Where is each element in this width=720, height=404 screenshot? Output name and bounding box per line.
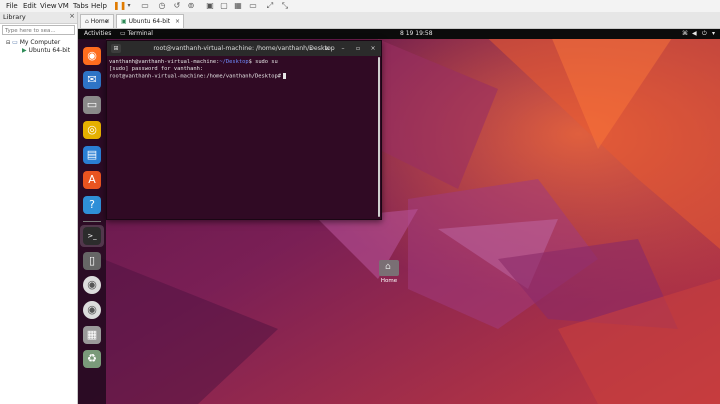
manage-snapshot-icon[interactable]: ⊚ xyxy=(186,1,196,11)
desktop-icon-label: Home xyxy=(380,278,398,284)
send-keys-icon[interactable]: ▭ xyxy=(140,1,150,11)
menu-vm[interactable]: VM xyxy=(58,0,69,12)
terminal-line-1: vanthanh@vanthanh-virtual-machine:~/Desk… xyxy=(109,59,278,65)
tree-item-label: My Computer xyxy=(19,39,61,46)
home-icon: ⌂ xyxy=(85,18,89,25)
disc-icon-1[interactable]: ◉ xyxy=(83,276,101,294)
tree-item-ubuntu[interactable]: ▶ Ubuntu 64-bit xyxy=(22,47,70,55)
terminal-titlebar[interactable]: ⊞ root@vanthanh-virtual-machine: /home/v… xyxy=(107,41,381,56)
tab-ubuntu[interactable]: ▣ Ubuntu 64-bit × xyxy=(116,14,184,28)
software-icon[interactable]: A xyxy=(83,171,101,189)
pause-icon[interactable]: ❚❚ xyxy=(113,1,126,11)
tab-label: Ubuntu 64-bit xyxy=(128,18,171,25)
thunderbird-icon[interactable]: ✉ xyxy=(83,71,101,89)
dropdown-icon[interactable]: ▾ xyxy=(124,1,134,11)
trash-icon[interactable]: ♻ xyxy=(83,350,101,368)
vm-tabs-strip: ⌂ Home × ▣ Ubuntu 64-bit × xyxy=(78,12,720,29)
rhythmbox-icon[interactable]: ◎ xyxy=(83,121,101,139)
revert-icon[interactable]: ↺ xyxy=(172,1,182,11)
unity-icon[interactable]: ▢ xyxy=(219,1,229,11)
volume-icon[interactable]: ◀ xyxy=(692,29,697,39)
clock[interactable]: 8 19 19:58 xyxy=(400,29,433,39)
fullscreen-icon[interactable]: ▣ xyxy=(205,1,215,11)
terminal-app-menu[interactable]: ▭ Terminal xyxy=(120,29,153,39)
library-header: Library × xyxy=(0,12,77,24)
stretch-icon[interactable]: ▭ xyxy=(248,1,258,11)
console-icon[interactable]: ▦ xyxy=(233,1,243,11)
chevron-down-icon[interactable]: ▾ xyxy=(712,29,715,39)
files-icon[interactable]: ▭ xyxy=(83,96,101,114)
maximize-icon[interactable]: ▫ xyxy=(353,44,363,53)
computer-icon: ▭ xyxy=(12,39,18,46)
folder-icon: ⌂ xyxy=(379,260,399,276)
drive-icon[interactable]: ▯ xyxy=(83,252,101,270)
ubuntu-topbar: Activities ▭ Terminal 8 19 19:58 ⌘ ◀ ⏻ ▾ xyxy=(78,29,720,39)
help-icon[interactable]: ? xyxy=(83,196,101,214)
menu-file[interactable]: File xyxy=(6,0,18,12)
firefox-icon[interactable]: ◉ xyxy=(83,47,101,65)
close-icon[interactable]: × xyxy=(175,15,180,29)
close-icon[interactable]: × xyxy=(105,15,110,29)
library-title: Library xyxy=(3,13,26,21)
vm-icon: ▣ xyxy=(121,18,127,25)
disc-icon-2[interactable]: ◉ xyxy=(83,301,101,319)
root-prompt: root@vanthanh-virtual-machine:/home/vant… xyxy=(109,73,282,80)
menu-tabs[interactable]: Tabs xyxy=(73,0,89,12)
library-search-input[interactable]: Type here to sea... xyxy=(2,25,75,35)
tree-item-my-computer[interactable]: ⊟ ▭ My Computer xyxy=(6,39,60,47)
text-cursor xyxy=(283,73,287,79)
terminal-scrollbar[interactable] xyxy=(378,57,380,217)
network-icon[interactable]: ⌘ xyxy=(682,29,688,39)
tree-item-label: Ubuntu 64-bit xyxy=(28,47,71,54)
prompt-path: ~/Desktop xyxy=(219,59,249,65)
menu-edit[interactable]: Edit xyxy=(23,0,37,12)
search-icon[interactable]: ⌕ xyxy=(306,44,316,53)
menu-view[interactable]: View xyxy=(40,0,57,12)
snapshot-icon[interactable]: ◷ xyxy=(157,1,167,11)
expand-icon[interactable]: ⤡ xyxy=(280,1,290,11)
dock-separator xyxy=(83,221,101,222)
writer-icon[interactable]: ▤ xyxy=(83,146,101,164)
terminal-line-3: root@vanthanh-virtual-machine:/home/vant… xyxy=(109,73,287,80)
terminal-icon[interactable]: >_ xyxy=(83,227,101,245)
terminal-small-icon: ▭ xyxy=(120,30,128,37)
hamburger-menu-icon[interactable]: ≡ xyxy=(322,44,332,53)
close-icon[interactable]: × xyxy=(69,12,75,20)
tab-home[interactable]: ⌂ Home × xyxy=(80,14,114,28)
desktop-home-icon[interactable]: ⌂ Home xyxy=(377,260,401,294)
terminal-window[interactable]: ⊞ root@vanthanh-virtual-machine: /home/v… xyxy=(106,40,382,220)
close-icon[interactable]: × xyxy=(368,44,378,53)
terminal-line-2: [sudo] password for vanthanh: xyxy=(109,66,204,72)
scale-icon[interactable]: ⤢ xyxy=(265,1,275,11)
prompt-user: vanthanh@vanthanh-virtual-machine: xyxy=(109,59,220,65)
app-menu-label: Terminal xyxy=(127,30,153,37)
disk-icon[interactable]: ▦ xyxy=(83,326,101,344)
power-icon[interactable]: ⏻ xyxy=(702,29,707,39)
menu-help[interactable]: Help xyxy=(91,0,107,12)
vm-icon: ▶ xyxy=(22,47,27,54)
activities-button[interactable]: Activities xyxy=(84,29,111,39)
library-panel xyxy=(0,12,78,404)
minimize-icon[interactable]: – xyxy=(338,44,348,53)
command-text: $ sudo su xyxy=(248,59,278,65)
collapse-icon[interactable]: ⊟ xyxy=(6,40,10,46)
